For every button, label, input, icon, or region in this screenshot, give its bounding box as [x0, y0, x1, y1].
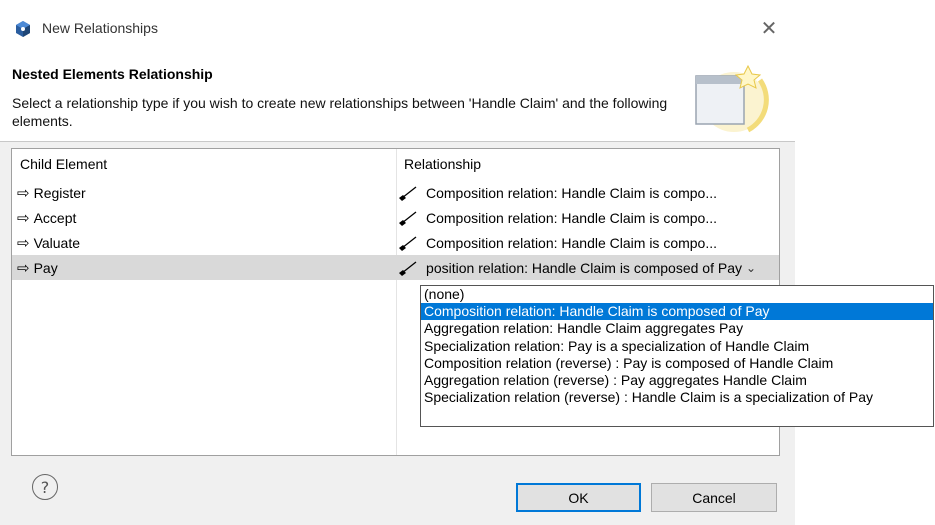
right-arrow-icon: ⇨: [17, 208, 30, 227]
child-cell: ⇨ Register: [17, 180, 86, 205]
relationship-combo[interactable]: Composition relation: Handle Claim is co…: [396, 255, 762, 280]
page-title: Nested Elements Relationship: [12, 66, 213, 82]
child-cell: ⇨ Pay: [17, 255, 58, 280]
relationship-label: Composition relation: Handle Claim is co…: [426, 209, 718, 226]
ok-button[interactable]: OK: [516, 483, 641, 512]
page-description: Select a relationship type if you wish t…: [12, 95, 668, 129]
title-bar: New Relationships ✕: [0, 0, 795, 58]
chevron-down-icon[interactable]: ⌄: [740, 255, 762, 280]
app-icon: [16, 21, 30, 37]
composition-relation-icon: [399, 185, 417, 201]
relationship-cell[interactable]: Composition relation: Handle Claim is co…: [396, 205, 778, 230]
column-header-child[interactable]: Child Element: [12, 149, 396, 179]
child-label: Pay: [33, 259, 58, 276]
child-cell: ⇨ Accept: [17, 205, 76, 230]
dropdown-option[interactable]: Aggregation relation: Handle Claim aggre…: [421, 320, 933, 337]
dropdown-option[interactable]: Specialization relation (reverse) : Hand…: [421, 389, 933, 406]
dropdown-option[interactable]: (none): [421, 286, 933, 303]
dropdown-option[interactable]: Composition relation (reverse) : Pay is …: [421, 355, 933, 372]
table-row[interactable]: ⇨ Accept Composition relation: Handle Cl…: [12, 205, 779, 230]
right-arrow-icon: ⇨: [17, 183, 30, 202]
relationship-cell[interactable]: Composition relation: Handle Claim is co…: [396, 180, 778, 205]
relationship-cell[interactable]: Composition relation: Handle Claim is co…: [396, 230, 778, 255]
wizard-banner-icon: [695, 64, 769, 133]
right-arrow-icon: ⇨: [17, 233, 30, 252]
composition-relation-icon: [399, 260, 417, 276]
button-bar: ? OK Cancel: [0, 460, 795, 525]
composition-relation-icon: [399, 210, 417, 226]
right-arrow-icon: ⇨: [17, 258, 30, 277]
child-label: Accept: [33, 209, 77, 226]
new-relationships-dialog: New Relationships ✕ Nested Elements Rela…: [0, 0, 795, 525]
child-label: Valuate: [33, 234, 81, 251]
child-label: Register: [33, 184, 86, 201]
child-cell: ⇨ Valuate: [17, 230, 80, 255]
dropdown-option[interactable]: Specialization relation: Pay is a specia…: [421, 338, 933, 355]
column-header-relationship[interactable]: Relationship: [396, 149, 778, 179]
cancel-button[interactable]: Cancel: [651, 483, 777, 512]
table-row[interactable]: ⇨ Valuate Composition relation: Handle C…: [12, 230, 779, 255]
composition-relation-icon: [399, 235, 417, 251]
window-title: New Relationships: [42, 20, 158, 36]
help-icon[interactable]: ?: [32, 474, 58, 500]
relationship-label: Composition relation: Handle Claim is co…: [426, 184, 718, 201]
close-button[interactable]: ✕: [754, 13, 784, 43]
dropdown-option[interactable]: Aggregation relation (reverse) : Pay agg…: [421, 372, 933, 389]
combo-value: Composition relation: Handle Claim is co…: [426, 259, 742, 276]
table-row-selected[interactable]: ⇨ Pay Composition relation: Handle Claim…: [12, 255, 779, 280]
wizard-header: Nested Elements Relationship Select a re…: [0, 58, 795, 141]
relationship-label: Composition relation: Handle Claim is co…: [426, 234, 718, 251]
dropdown-option-selected[interactable]: Composition relation: Handle Claim is co…: [421, 303, 933, 321]
table-row[interactable]: ⇨ Register Composition relation: Handle …: [12, 180, 779, 205]
relationship-dropdown-list[interactable]: (none) Composition relation: Handle Clai…: [420, 285, 934, 427]
